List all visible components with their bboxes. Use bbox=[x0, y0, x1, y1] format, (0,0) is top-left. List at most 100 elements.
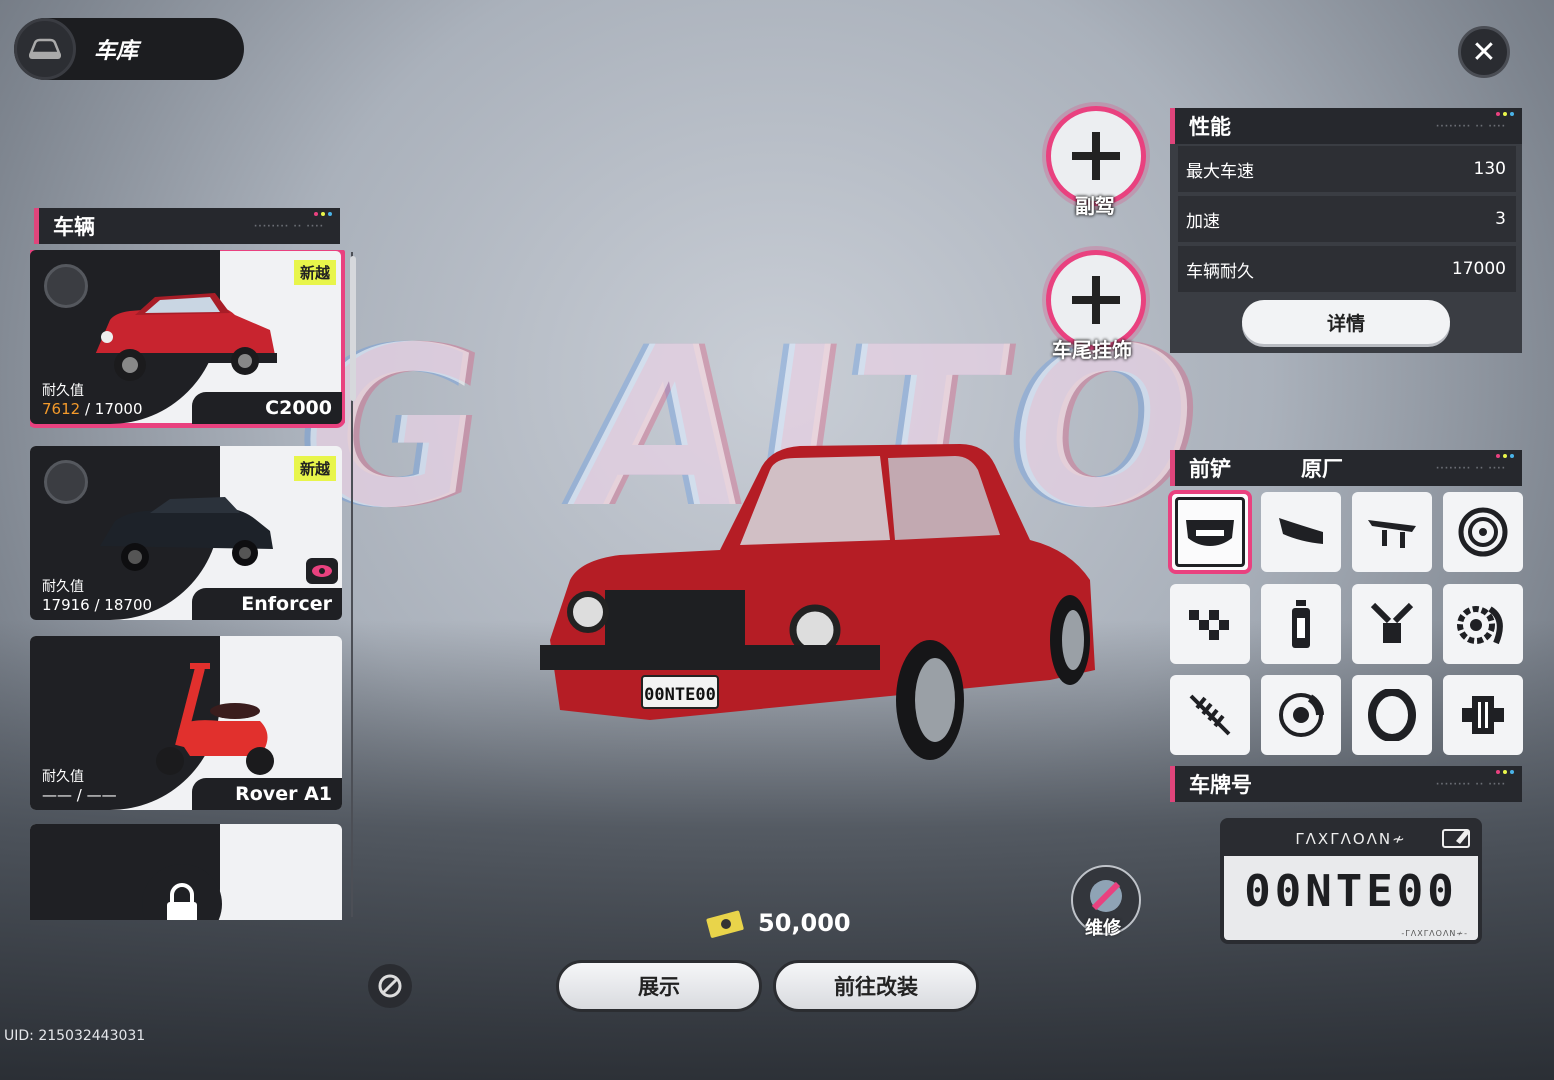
perf-value: 3 bbox=[1495, 209, 1506, 229]
hide-ui-button[interactable] bbox=[368, 964, 412, 1008]
header-decoration: ········ ·· ···· bbox=[1435, 122, 1506, 132]
header-decoration: ········ ·· ···· bbox=[1435, 464, 1506, 474]
rear-bumper-icon bbox=[1279, 518, 1323, 544]
durability-current: 7612 bbox=[42, 400, 81, 418]
part-front-bumper[interactable] bbox=[1168, 490, 1252, 574]
scooter-icon bbox=[156, 663, 274, 775]
current-part-name: 原厂 bbox=[1301, 457, 1343, 481]
plate-section-title: 车牌号 bbox=[1189, 773, 1252, 797]
rim-icon bbox=[1458, 507, 1508, 557]
durability-max: / 17000 bbox=[84, 400, 143, 418]
header-decoration: ········ ·· ···· bbox=[253, 222, 324, 232]
part-tire[interactable] bbox=[1352, 675, 1432, 755]
spray-paint-icon bbox=[1292, 600, 1310, 648]
trailer-ornament-label: 车尾挂饰 bbox=[1052, 338, 1132, 362]
front-bumper-icon bbox=[1186, 520, 1234, 546]
close-icon: ✕ bbox=[1471, 34, 1497, 70]
plus-icon bbox=[1072, 132, 1120, 180]
part-livery[interactable] bbox=[1170, 584, 1250, 664]
money-display: 50,000 bbox=[706, 908, 851, 938]
scrollbar-thumb[interactable] bbox=[350, 256, 356, 401]
sedan-car-icon bbox=[95, 293, 277, 381]
garage-header: 车库 bbox=[14, 18, 244, 80]
vehicle-list-scrollbar[interactable] bbox=[350, 252, 359, 917]
performance-header: 性能 ········ ·· ···· bbox=[1170, 108, 1522, 144]
details-button[interactable]: 详情 bbox=[1242, 300, 1450, 344]
plate-number: 00NTE00 bbox=[1244, 866, 1458, 917]
repair-label: 维修 bbox=[1085, 918, 1121, 939]
color-dots bbox=[314, 212, 332, 216]
vehicle-card-locked[interactable] bbox=[30, 824, 342, 920]
plus-icon bbox=[1072, 276, 1120, 324]
color-dots bbox=[1496, 770, 1514, 774]
page-title: 车库 bbox=[94, 39, 139, 64]
part-engine[interactable] bbox=[1352, 584, 1432, 664]
color-dots bbox=[1496, 454, 1514, 458]
part-transmission[interactable] bbox=[1443, 675, 1523, 755]
brake-icon bbox=[1279, 693, 1324, 737]
garage-car-icon bbox=[14, 18, 76, 80]
vehicle-name: Rover A1 bbox=[192, 778, 342, 810]
perf-label: 加速 bbox=[1186, 211, 1220, 232]
vehicle-badge: 新越 bbox=[293, 456, 336, 481]
durability-label: 耐久值 bbox=[42, 383, 84, 399]
perf-row-max-speed: 最大车速 130 bbox=[1178, 146, 1516, 192]
vehicle-badge: 新越 bbox=[293, 260, 336, 285]
part-turbo[interactable] bbox=[1443, 584, 1523, 664]
muscle-car-icon bbox=[100, 497, 273, 571]
svg-text:00NTE00: 00NTE00 bbox=[644, 685, 716, 705]
suspension-icon bbox=[1189, 694, 1231, 736]
header-decoration: ········ ·· ···· bbox=[1435, 780, 1506, 790]
perf-label: 最大车速 bbox=[1186, 161, 1254, 182]
tire-icon bbox=[1368, 689, 1416, 741]
plate-sub-text: -ΓΛΧΓΛΟΛΝ≁- bbox=[1401, 929, 1468, 938]
performance-title: 性能 bbox=[1189, 115, 1231, 139]
perf-row-durability: 车辆耐久 17000 bbox=[1178, 246, 1516, 292]
go-modify-button[interactable]: 前往改装 bbox=[773, 960, 979, 1012]
money-amount: 50,000 bbox=[758, 909, 851, 937]
part-rim[interactable] bbox=[1443, 492, 1523, 572]
color-dots bbox=[1496, 112, 1514, 116]
preview-eye-icon[interactable] bbox=[306, 558, 338, 584]
license-plate[interactable]: ΓΛΧΓΛΟΛΝ≁ 00NTE00 -ΓΛΧΓΛΟΛΝ≁- bbox=[1220, 818, 1482, 944]
transmission-icon bbox=[1462, 696, 1504, 734]
durability-value: 7612 / 17000 bbox=[42, 400, 143, 418]
plate-section-header: 车牌号 ········ ·· ···· bbox=[1170, 766, 1522, 802]
part-paint[interactable] bbox=[1261, 584, 1341, 664]
durability-value: —— / —— bbox=[42, 786, 117, 804]
durability-label: 耐久值 bbox=[42, 579, 84, 595]
perf-value: 130 bbox=[1473, 159, 1506, 179]
vehicle-name: Enforcer bbox=[192, 588, 342, 620]
vehicles-section-header: 车辆 ········ ·· ···· bbox=[34, 208, 340, 244]
durability-label: 耐久值 bbox=[42, 769, 84, 785]
part-suspension[interactable] bbox=[1170, 675, 1250, 755]
performance-panel: 性能 ········ ·· ···· 最大车速 130 加速 3 车辆耐久 1… bbox=[1170, 108, 1522, 353]
perf-row-acceleration: 加速 3 bbox=[1178, 196, 1516, 242]
show-button[interactable]: 展示 bbox=[556, 960, 762, 1012]
vehicle-list[interactable]: 新越 耐久值 7612 / 17000 C2000 新越 耐久值 17916 /… bbox=[30, 250, 345, 920]
no-symbol-icon bbox=[378, 974, 402, 998]
part-rear-bumper[interactable] bbox=[1261, 492, 1341, 572]
copilot-label: 副驾 bbox=[1075, 194, 1115, 218]
livery-icon bbox=[1189, 610, 1229, 640]
perf-value: 17000 bbox=[1451, 259, 1506, 279]
cash-icon bbox=[706, 910, 744, 938]
vehicle-name: C2000 bbox=[192, 392, 342, 424]
parts-section-header: 前铲 原厂 ········ ·· ···· bbox=[1170, 450, 1522, 486]
vehicle-card-enforcer[interactable]: 新越 耐久值 17916 / 18700 Enforcer bbox=[30, 446, 342, 620]
close-button[interactable]: ✕ bbox=[1458, 26, 1510, 78]
engine-piston-icon bbox=[1370, 602, 1414, 643]
edit-plate-icon[interactable] bbox=[1442, 827, 1472, 853]
spoiler-icon bbox=[1368, 520, 1416, 548]
durability-value: 17916 / 18700 bbox=[42, 596, 153, 614]
perf-label: 车辆耐久 bbox=[1186, 261, 1254, 282]
vehicle-card-c2000[interactable]: 新越 耐久值 7612 / 17000 C2000 bbox=[30, 250, 345, 428]
vehicle-card-rover-a1[interactable]: 耐久值 —— / —— Rover A1 bbox=[30, 636, 342, 810]
main-car-display: 00NTE00 bbox=[540, 444, 1095, 760]
owner-avatar-icon bbox=[44, 460, 88, 504]
user-id: UID: 215032443031 bbox=[4, 1028, 146, 1044]
part-brake[interactable] bbox=[1261, 675, 1341, 755]
plate-brand: ΓΛΧΓΛΟΛΝ≁ bbox=[1224, 822, 1478, 856]
turbo-icon bbox=[1457, 606, 1503, 645]
part-spoiler[interactable] bbox=[1352, 492, 1432, 572]
